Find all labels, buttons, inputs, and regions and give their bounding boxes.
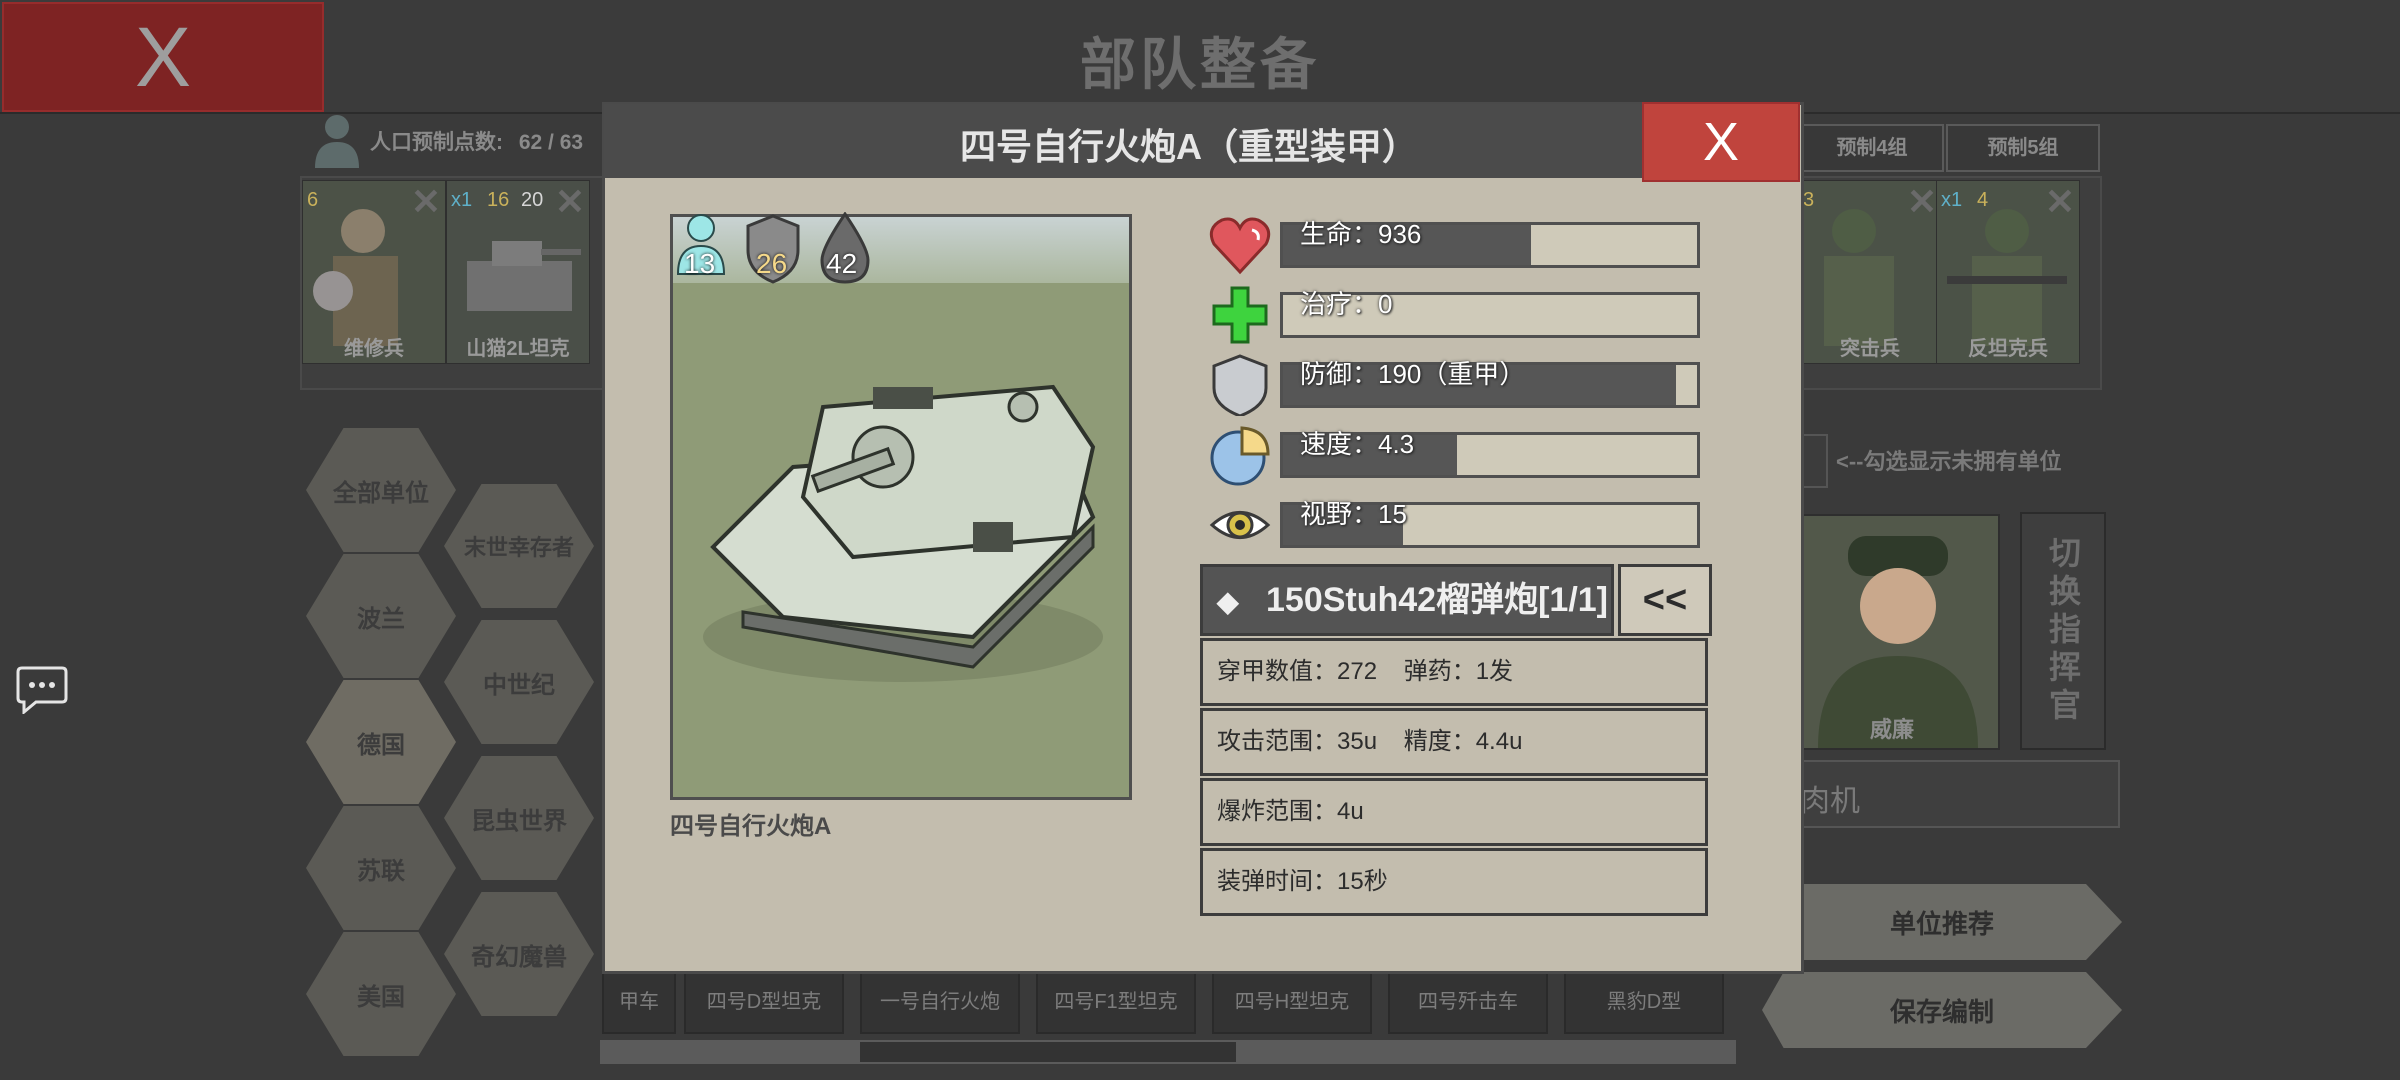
- weapon-switch-button[interactable]: <<: [1618, 564, 1712, 636]
- armor-value: 26: [756, 248, 788, 279]
- roster-badge: 16: [487, 189, 510, 211]
- faction-fantasy[interactable]: 奇幻魔兽: [444, 892, 594, 1016]
- modal-close-button[interactable]: X: [1642, 102, 1800, 182]
- faction-apocalypse[interactable]: 末世幸存者: [444, 484, 594, 608]
- save-formation-button[interactable]: 保存编制: [1762, 972, 2122, 1048]
- weapon-stat-text: 装弹时间：15秒: [1217, 868, 1388, 895]
- eye-icon: [1208, 494, 1272, 556]
- close-screen-button[interactable]: X: [2, 2, 324, 112]
- remove-unit-icon[interactable]: ✕: [411, 181, 441, 223]
- weapon-stat-row: 穿甲数值：272 弹药：1发: [1200, 638, 1708, 706]
- switch-commander-button[interactable]: 切换指挥官: [2020, 512, 2106, 750]
- self-propelled-gun-image: [673, 217, 1129, 797]
- population-counter: 人口预制点数: 62 / 63: [370, 126, 583, 156]
- speed-icon: [1208, 424, 1272, 486]
- recommend-units-button[interactable]: 单位推荐: [1762, 884, 2122, 960]
- remove-unit-icon[interactable]: ✕: [2045, 181, 2075, 223]
- roster-badge: x1: [451, 189, 473, 211]
- shield-icon: [1208, 354, 1272, 418]
- unit-name: 四号自行火炮A: [670, 813, 832, 840]
- unit-portrait: [670, 214, 1132, 800]
- roster-badge: 6: [307, 189, 319, 211]
- vision-label: 视野：15: [1300, 499, 1407, 529]
- bottom-unit-card[interactable]: 四号D型坦克: [684, 970, 844, 1034]
- weapon-stat-row: 爆炸范围：4u: [1200, 778, 1708, 846]
- roster-unit-name: 维修兵: [344, 338, 404, 360]
- population-label: 人口预制点数:: [370, 131, 503, 154]
- roster-badge: x1: [1941, 189, 1963, 211]
- heal-label: 治疗：0: [1300, 289, 1393, 319]
- chat-icon[interactable]: [16, 664, 68, 716]
- roster-unit-card[interactable]: x1 16 20 ✕ 山猫2L坦克: [446, 180, 590, 364]
- bottom-unit-card[interactable]: 四号H型坦克: [1212, 970, 1372, 1034]
- roster-unit-card[interactable]: 6 ✕ 维修兵: [302, 180, 446, 364]
- weapon-stat-text: 攻击范围：35u 精度：4.4u: [1217, 728, 1523, 755]
- weapon-header: ◆ 150Stuh42榴弹炮[1/1]: [1200, 564, 1614, 636]
- roster-unit-name: 山猫2L坦克: [466, 338, 570, 360]
- speed-label: 速度：4.3: [1300, 429, 1415, 459]
- roster-badge: 3: [1803, 189, 1815, 211]
- faction-soviet[interactable]: 苏联: [306, 806, 456, 930]
- roster-unit-card[interactable]: x1 4 ✕ 反坦克兵: [1936, 180, 2080, 364]
- faction-germany[interactable]: 德国: [306, 680, 456, 804]
- population-cost-value: 13: [684, 248, 716, 279]
- page-title: 部队整备: [1080, 33, 1320, 96]
- health-label: 生命：936: [1300, 219, 1422, 249]
- roster-unit-name: 反坦克兵: [1968, 338, 2048, 360]
- heart-icon: [1208, 214, 1272, 276]
- show-unowned-hint: <--勾选显示未拥有单位: [1836, 449, 2062, 474]
- bottom-unit-card[interactable]: 黑豹D型: [1564, 970, 1724, 1034]
- remove-unit-icon[interactable]: ✕: [555, 181, 585, 223]
- show-unowned-checkbox[interactable]: [1802, 434, 1828, 488]
- diamond-icon: ◆: [1217, 586, 1239, 617]
- population-value: 62 / 63: [518, 131, 584, 154]
- weapon-stat-text: 穿甲数值：272 弹药：1发: [1217, 658, 1514, 685]
- roster-unit-card[interactable]: 3 ✕ 突击兵: [1798, 180, 1942, 364]
- ammo-value: 42: [826, 248, 858, 279]
- weapon-stat-row: 装弹时间：15秒: [1200, 848, 1708, 916]
- heal-icon: [1208, 284, 1272, 346]
- roster-badge: 4: [1977, 189, 1989, 211]
- faction-all[interactable]: 全部单位: [306, 428, 456, 552]
- commander-trait-text: 肉机: [1800, 785, 1860, 818]
- bottom-unit-card[interactable]: 一号自行火炮: [860, 970, 1020, 1034]
- faction-medieval[interactable]: 中世纪: [444, 620, 594, 744]
- bottom-unit-card[interactable]: 四号F1型坦克: [1036, 970, 1196, 1034]
- preset-tab-5[interactable]: 预制5组: [1946, 124, 2100, 172]
- bottom-unit-card[interactable]: 四号歼击车: [1388, 970, 1548, 1034]
- weapon-stat-text: 爆炸范围：4u: [1217, 798, 1364, 825]
- population-icon: [312, 112, 362, 168]
- preset-tab-4[interactable]: 预制4组: [1800, 124, 1944, 172]
- roster-badge: 20: [521, 189, 544, 211]
- remove-unit-icon[interactable]: ✕: [1907, 181, 1937, 223]
- faction-usa[interactable]: 美国: [306, 932, 456, 1056]
- roster-unit-name: 突击兵: [1840, 338, 1900, 360]
- weapon-stat-row: 攻击范围：35u 精度：4.4u: [1200, 708, 1708, 776]
- weapon-name: 150Stuh42榴弹炮[1/1]: [1266, 581, 1608, 619]
- faction-insect[interactable]: 昆虫世界: [444, 756, 594, 880]
- commander-trait-box: 肉机: [1770, 760, 2120, 828]
- unit-list-scroll-thumb[interactable]: [860, 1042, 1236, 1062]
- defense-label: 防御：190（重甲）: [1300, 359, 1526, 389]
- bottom-unit-card[interactable]: 甲车: [602, 970, 676, 1034]
- faction-poland[interactable]: 波兰: [306, 554, 456, 678]
- modal-title: 四号自行火炮A（重型装甲）: [960, 126, 1418, 167]
- commander-name: 威廉: [1869, 717, 1914, 742]
